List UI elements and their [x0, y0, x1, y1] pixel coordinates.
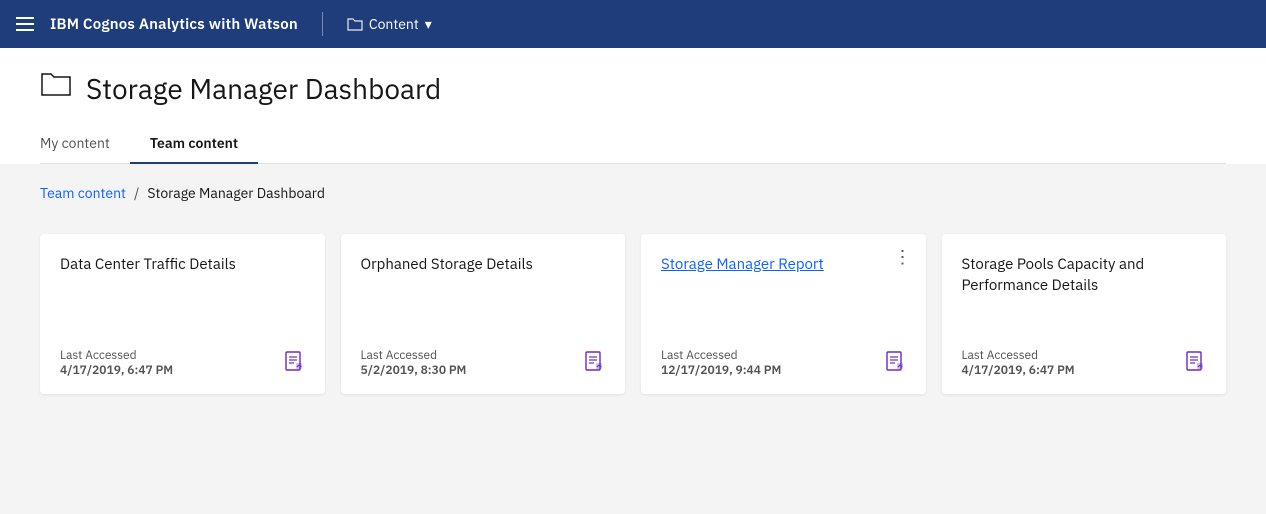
- card-report-icon-2: [583, 350, 605, 378]
- breadcrumb-current-page: Storage Manager Dashboard: [147, 184, 325, 202]
- content-chevron-icon: ▾: [425, 15, 432, 33]
- card-title-data-center[interactable]: Data Center Traffic Details: [60, 254, 305, 332]
- card-last-accessed-date-2: 5/2/2019, 8:30 PM: [361, 363, 467, 378]
- breadcrumb-team-content-link[interactable]: Team content: [40, 184, 126, 202]
- card-title-storage-pools[interactable]: Storage Pools Capacity and Performance D…: [962, 254, 1207, 332]
- card-last-accessed-date-4: 4/17/2019, 6:47 PM: [962, 363, 1075, 378]
- nav-divider: [322, 12, 323, 36]
- tab-team-content[interactable]: Team content: [130, 124, 258, 164]
- card-menu-button[interactable]: ⋮: [894, 248, 912, 266]
- card-last-accessed-label-3: Last Accessed: [661, 348, 781, 363]
- hamburger-menu[interactable]: [16, 17, 34, 31]
- content-navigation[interactable]: Content ▾: [347, 15, 432, 33]
- card-title-storage-report[interactable]: Storage Manager Report: [661, 254, 906, 275]
- card-last-accessed-label-2: Last Accessed: [361, 348, 467, 363]
- card-data-center-traffic: Data Center Traffic Details Last Accesse…: [40, 234, 325, 394]
- card-orphaned-storage: Orphaned Storage Details Last Accessed 5…: [341, 234, 626, 394]
- card-last-accessed-label-1: Last Accessed: [60, 348, 173, 363]
- breadcrumb: Team content / Storage Manager Dashboard: [40, 184, 1226, 202]
- page-title: Storage Manager Dashboard: [86, 70, 441, 107]
- card-last-accessed-date-3: 12/17/2019, 9:44 PM: [661, 363, 781, 378]
- card-report-icon-4: [1184, 350, 1206, 378]
- page-folder-icon: [40, 68, 72, 108]
- app-title: IBM Cognos Analytics with Watson: [50, 15, 298, 34]
- tabs-container: My content Team content: [40, 124, 1226, 164]
- tab-my-content[interactable]: My content: [40, 124, 130, 164]
- card-report-icon-3: [884, 350, 906, 378]
- card-last-accessed-date-1: 4/17/2019, 6:47 PM: [60, 363, 173, 378]
- folder-icon: [347, 16, 363, 32]
- card-storage-pools: Storage Pools Capacity and Performance D…: [942, 234, 1227, 394]
- content-area: Team content / Storage Manager Dashboard…: [0, 164, 1266, 514]
- card-storage-manager-report: ⋮ Storage Manager Report Last Accessed 1…: [641, 234, 926, 394]
- content-label: Content: [369, 15, 419, 33]
- card-report-icon-1: [283, 350, 305, 378]
- top-navigation: IBM Cognos Analytics with Watson Content…: [0, 0, 1266, 48]
- cards-grid: Data Center Traffic Details Last Accesse…: [40, 234, 1226, 394]
- card-title-orphaned[interactable]: Orphaned Storage Details: [361, 254, 606, 332]
- card-last-accessed-label-4: Last Accessed: [962, 348, 1075, 363]
- breadcrumb-separator: /: [134, 184, 139, 202]
- page-header: Storage Manager Dashboard My content Tea…: [0, 48, 1266, 164]
